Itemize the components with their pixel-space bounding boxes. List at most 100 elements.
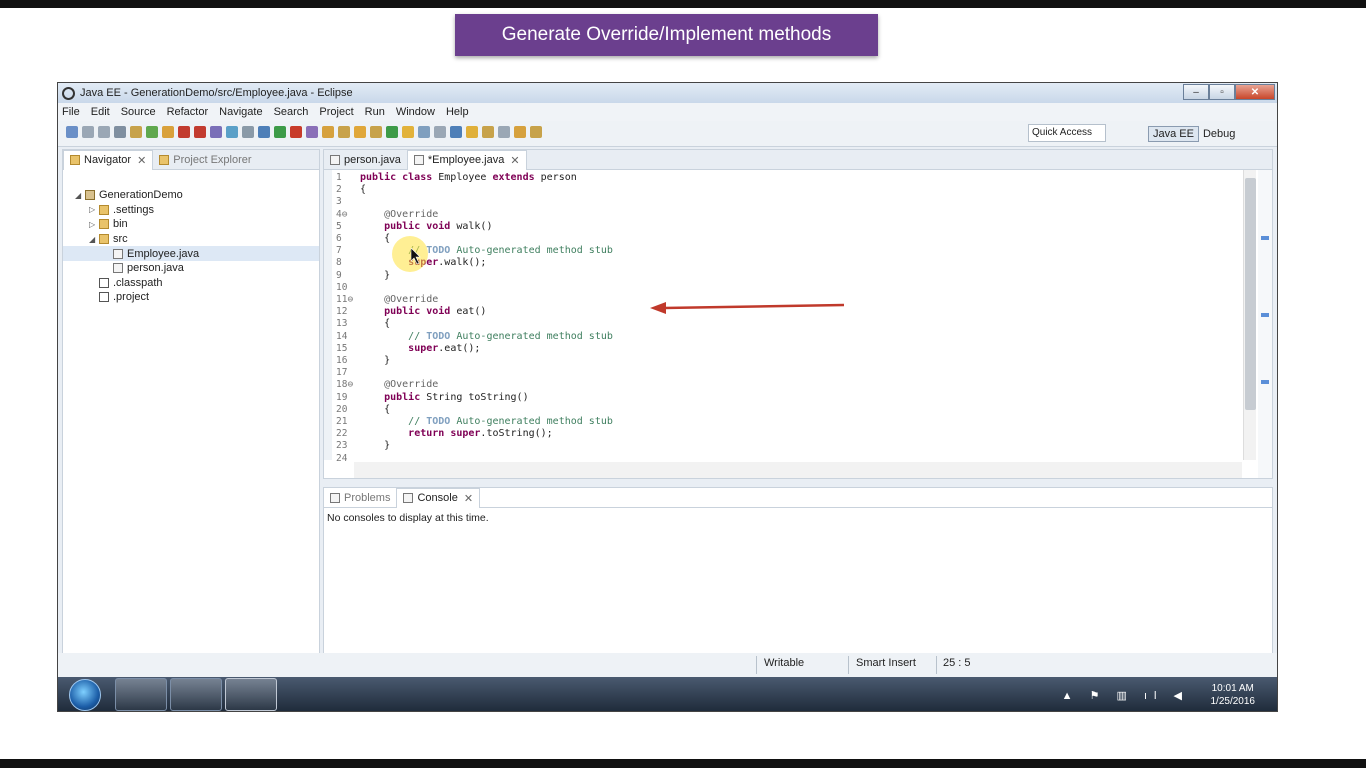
taskbar-app-eclipse[interactable] bbox=[225, 678, 277, 711]
tree-item[interactable]: person.java bbox=[63, 261, 319, 276]
tree-item[interactable]: .classpath bbox=[63, 276, 319, 291]
tree-item[interactable]: ▷ .settings bbox=[63, 203, 319, 218]
toolbar-button-icon[interactable] bbox=[434, 126, 446, 138]
menu-project[interactable]: Project bbox=[319, 106, 353, 118]
tree-item[interactable]: ◢ src bbox=[63, 232, 319, 247]
tree-item[interactable]: Employee.java bbox=[63, 246, 319, 261]
code-line[interactable]: 22 return super.toString(); bbox=[324, 428, 1242, 440]
code-line[interactable]: 4⊖ @Override bbox=[324, 209, 1242, 221]
code-line[interactable]: 21 // TODO Auto-generated method stub bbox=[324, 416, 1242, 428]
toolbar-button-icon[interactable] bbox=[322, 126, 334, 138]
perspective-debug[interactable]: Debug bbox=[1203, 128, 1235, 140]
toolbar-button-icon[interactable] bbox=[258, 126, 270, 138]
toolbar-button-icon[interactable] bbox=[114, 126, 126, 138]
toolbar-button-icon[interactable] bbox=[162, 126, 174, 138]
code-line[interactable]: 8 super.walk(); bbox=[324, 257, 1242, 269]
toolbar-button-icon[interactable] bbox=[370, 126, 382, 138]
tab-person-java[interactable]: person.java bbox=[324, 150, 407, 170]
menu-edit[interactable]: Edit bbox=[91, 106, 110, 118]
toolbar-button-icon[interactable] bbox=[418, 126, 430, 138]
menu-refactor[interactable]: Refactor bbox=[167, 106, 209, 118]
code-line[interactable]: 23 } bbox=[324, 440, 1242, 452]
tree-item[interactable]: ▷ bin bbox=[63, 217, 319, 232]
code-line[interactable]: 20 { bbox=[324, 404, 1242, 416]
code-editor[interactable]: 1 public class Employee extends person 2{3… bbox=[324, 170, 1242, 464]
toolbar-button-icon[interactable] bbox=[354, 126, 366, 138]
toolbar-button-icon[interactable] bbox=[306, 126, 318, 138]
perspective-java-ee[interactable]: Java EE bbox=[1148, 125, 1199, 142]
toolbar-button-icon[interactable] bbox=[482, 126, 494, 138]
maximize-button[interactable]: ▫ bbox=[1209, 84, 1235, 100]
system-tray-icons[interactable]: ▲ ⚑ ▥ ıl ◀ bbox=[1062, 689, 1189, 702]
toolbar-button-icon[interactable] bbox=[450, 126, 462, 138]
close-icon[interactable]: ✕ bbox=[510, 154, 519, 167]
toolbar-button-icon[interactable] bbox=[530, 126, 542, 138]
code-line[interactable]: 13 { bbox=[324, 318, 1242, 330]
menu-file[interactable]: File bbox=[62, 106, 80, 118]
menu-window[interactable]: Window bbox=[396, 106, 435, 118]
toolbar-button-icon[interactable] bbox=[226, 126, 238, 138]
menu-search[interactable]: Search bbox=[274, 106, 309, 118]
editor-vertical-scrollbar[interactable] bbox=[1243, 170, 1256, 460]
taskbar-clock[interactable]: 10:01 AM 1/25/2016 bbox=[1211, 682, 1256, 708]
code-line[interactable]: 3 bbox=[324, 196, 1242, 208]
editor-horizontal-scrollbar[interactable] bbox=[354, 462, 1242, 478]
toolbar-button-icon[interactable] bbox=[514, 126, 526, 138]
tree-item[interactable]: .project bbox=[63, 290, 319, 305]
toolbar-button-icon[interactable] bbox=[178, 126, 190, 138]
toolbar-button-icon[interactable] bbox=[402, 126, 414, 138]
close-button[interactable]: ✕ bbox=[1235, 84, 1275, 100]
tab-navigator[interactable]: Navigator ✕ bbox=[63, 149, 154, 170]
code-line[interactable]: 7 // TODO Auto-generated method stub bbox=[324, 245, 1242, 257]
code-line[interactable]: 5 public void walk() bbox=[324, 221, 1242, 233]
taskbar-app-control-panel[interactable] bbox=[115, 678, 167, 711]
toolbar-button-icon[interactable] bbox=[274, 126, 286, 138]
expand-arrow-icon[interactable]: ▷ bbox=[89, 220, 99, 229]
close-icon[interactable]: ✕ bbox=[137, 154, 146, 167]
code-line[interactable]: 1 public class Employee extends person bbox=[324, 172, 1242, 184]
window-titlebar[interactable]: Java EE - GenerationDemo/src/Employee.ja… bbox=[58, 83, 1277, 103]
scrollbar-thumb[interactable] bbox=[1245, 178, 1256, 410]
overview-marker[interactable] bbox=[1261, 380, 1269, 384]
tab-employee-java[interactable]: *Employee.java ✕ bbox=[406, 149, 527, 170]
code-line[interactable]: 19 public String toString() bbox=[324, 392, 1242, 404]
toolbar-button-icon[interactable] bbox=[194, 126, 206, 138]
expand-arrow-icon[interactable]: ◢ bbox=[75, 191, 85, 200]
taskbar-app-explorer[interactable] bbox=[170, 678, 222, 711]
menu-help[interactable]: Help bbox=[446, 106, 469, 118]
code-line[interactable]: 18⊖ @Override bbox=[324, 379, 1242, 391]
expand-arrow-icon[interactable]: ◢ bbox=[89, 235, 99, 244]
code-line[interactable]: 9 } bbox=[324, 270, 1242, 282]
toolbar-button-icon[interactable] bbox=[498, 126, 510, 138]
menu-run[interactable]: Run bbox=[365, 106, 385, 118]
overview-marker[interactable] bbox=[1261, 313, 1269, 317]
start-button[interactable] bbox=[69, 679, 101, 711]
expand-arrow-icon[interactable]: ▷ bbox=[89, 205, 99, 214]
toolbar-button-icon[interactable] bbox=[98, 126, 110, 138]
code-line[interactable]: 6 { bbox=[324, 233, 1242, 245]
toolbar-button-icon[interactable] bbox=[66, 126, 78, 138]
code-line[interactable]: 17 bbox=[324, 367, 1242, 379]
menu-navigate[interactable]: Navigate bbox=[219, 106, 262, 118]
quick-access-input[interactable]: Quick Access bbox=[1028, 124, 1106, 142]
tab-project-explorer[interactable]: Project Explorer bbox=[153, 150, 257, 170]
toolbar-button-icon[interactable] bbox=[146, 126, 158, 138]
tab-problems[interactable]: Problems bbox=[324, 488, 396, 508]
close-icon[interactable]: ✕ bbox=[464, 492, 473, 505]
toolbar-button-icon[interactable] bbox=[290, 126, 302, 138]
toolbar-button-icon[interactable] bbox=[386, 126, 398, 138]
code-line[interactable]: 14 // TODO Auto-generated method stub bbox=[324, 331, 1242, 343]
overview-marker[interactable] bbox=[1261, 236, 1269, 240]
toolbar-button-icon[interactable] bbox=[338, 126, 350, 138]
code-line[interactable]: 10 bbox=[324, 282, 1242, 294]
tab-console[interactable]: Console ✕ bbox=[396, 487, 481, 508]
code-line[interactable]: 15 super.eat(); bbox=[324, 343, 1242, 355]
toolbar-button-icon[interactable] bbox=[130, 126, 142, 138]
code-line[interactable]: 16 } bbox=[324, 355, 1242, 367]
minimize-button[interactable]: – bbox=[1183, 84, 1209, 100]
tree-item[interactable]: ◢ GenerationDemo bbox=[63, 188, 319, 203]
toolbar-button-icon[interactable] bbox=[82, 126, 94, 138]
toolbar-button-icon[interactable] bbox=[466, 126, 478, 138]
menu-source[interactable]: Source bbox=[121, 106, 156, 118]
toolbar-button-icon[interactable] bbox=[210, 126, 222, 138]
